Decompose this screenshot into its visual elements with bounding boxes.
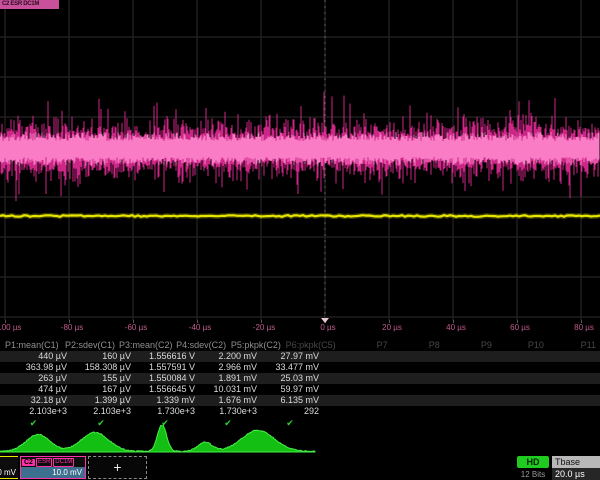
channel-c1-descriptor-clip: C1 DC1M 10.0 mV — [0, 456, 18, 479]
measurement-table: P1:mean(C1)P2:sdev(C1)P3:mean(C2)P4:sdev… — [0, 340, 600, 430]
measurement-column-header[interactable]: P6:pkpk(C5) — [285, 340, 340, 351]
measurement-column-header[interactable]: P3:mean(C2) — [119, 340, 175, 351]
measurement-value: 33.477 mV — [261, 362, 323, 373]
bottom-bar: C1 DC1M 10.0 mV C2 ESR DC1M 10.0 mV + HD… — [0, 455, 600, 480]
measurement-value: 263 µV — [0, 373, 71, 384]
measurement-value: 158.308 µV — [71, 362, 135, 373]
time-axis-label: 20 µs — [382, 323, 402, 332]
c2-esr-tag: ESR — [36, 458, 52, 467]
time-axis-label: -40 µs — [189, 323, 211, 332]
measurement-value: 1.730e+3 — [199, 406, 261, 417]
measurement-column-header[interactable]: P9 — [444, 340, 496, 351]
measurement-value: 10.031 mV — [199, 384, 261, 395]
measurement-row: 32.18 µV1.399 µV1.339 mV1.676 mV6.135 mV — [0, 395, 600, 406]
math-trace — [0, 425, 315, 452]
measurement-column-header[interactable]: P11 — [548, 340, 600, 351]
bit-depth-label: 12 Bits — [513, 470, 553, 479]
c2-channel-chip: C2 — [22, 459, 35, 466]
measurement-value: 27.97 mV — [261, 351, 323, 362]
measurement-value: 167 µV — [71, 384, 135, 395]
measurement-value: 25.03 mV — [261, 373, 323, 384]
c1-flat-trace — [0, 215, 600, 217]
time-axis-label: -100 µs — [0, 323, 21, 332]
measurement-row: 2.103e+32.103e+31.730e+31.730e+3292 — [0, 406, 600, 417]
timebase-value: 20.0 µs — [552, 468, 600, 480]
time-axis-label: 60 µs — [510, 323, 530, 332]
time-axis-label: -20 µs — [253, 323, 275, 332]
measurement-row: 263 µV155 µV1.550084 V1.891 mV25.03 mV — [0, 373, 600, 384]
math-trace-display — [0, 425, 600, 458]
measurement-value: 363.98 µV — [0, 362, 71, 373]
channel-c2-descriptor[interactable]: C2 ESR DC1M 10.0 mV — [20, 456, 86, 479]
time-axis-label: -60 µs — [125, 323, 147, 332]
hd-mode-badge[interactable]: HD — [517, 456, 549, 468]
measurement-row: 474 µV167 µV1.556645 V10.031 mV59.97 mV — [0, 384, 600, 395]
measurement-column-header[interactable]: P5:pkpk(C2) — [230, 340, 285, 351]
measurement-value: 2.200 mV — [199, 351, 261, 362]
timebase-descriptor[interactable]: Tbase 20.0 µs — [552, 456, 600, 480]
measurement-column-header[interactable]: P4:sdev(C2) — [175, 340, 230, 351]
c2-coupling-label: DC1M — [53, 458, 74, 467]
time-axis-label: 0 µs — [320, 323, 335, 332]
measurement-value: 2.966 mV — [199, 362, 261, 373]
measurement-value: 1.891 mV — [199, 373, 261, 384]
measurement-value: 155 µV — [71, 373, 135, 384]
time-axis-label: 40 µs — [446, 323, 466, 332]
time-axis-label: -80 µs — [61, 323, 83, 332]
c2-volts-per-div: 10.0 mV — [21, 467, 85, 478]
add-trace-button[interactable]: + — [88, 456, 147, 479]
trigger-time-marker — [321, 318, 329, 323]
measurement-value: 1.676 mV — [199, 395, 261, 406]
measurement-value: 32.18 µV — [0, 395, 71, 406]
measurement-value: 1.556645 V — [135, 384, 199, 395]
time-axis-label: 80 µs — [574, 323, 594, 332]
c1-volts-per-div: 10.0 mV — [0, 467, 18, 478]
measurement-value: 440 µV — [0, 351, 71, 362]
measurement-value: 292 — [261, 406, 323, 417]
measurement-column-header[interactable]: P2:sdev(C1) — [63, 340, 119, 351]
measurement-value: 160 µV — [71, 351, 135, 362]
waveform-display[interactable] — [0, 0, 600, 322]
measurement-column-header[interactable]: P8 — [392, 340, 444, 351]
measurement-value: 1.399 µV — [71, 395, 135, 406]
measurement-value: 2.103e+3 — [0, 406, 71, 417]
oscilloscope-screen: C2 ESR DC1M -100 µs -80 µs -60 µs -40 µs -20… — [0, 0, 600, 480]
measurement-row: 440 µV160 µV1.556616 V2.200 mV27.97 mV — [0, 351, 600, 362]
measurement-value: 474 µV — [0, 384, 71, 395]
measurement-column-header[interactable]: P1:mean(C1) — [0, 340, 63, 351]
measurement-value: 1.339 mV — [135, 395, 199, 406]
measurement-value: 1.557591 V — [135, 362, 199, 373]
channel-c1-descriptor[interactable]: C1 DC1M 10.0 mV — [0, 456, 18, 479]
measurement-value: 6.135 mV — [261, 395, 323, 406]
c2-trace-label-badge[interactable]: C2 ESR DC1M — [0, 0, 59, 9]
measurement-row: 363.98 µV158.308 µV1.557591 V2.966 mV33.… — [0, 362, 600, 373]
measurement-value: 1.730e+3 — [135, 406, 199, 417]
measurement-column-header[interactable]: P10 — [496, 340, 548, 351]
time-axis: -100 µs -80 µs -60 µs -40 µs -20 µs 0 µs 20 µs… — [0, 320, 600, 340]
measurement-value: 1.556616 V — [135, 351, 199, 362]
measurement-value: 2.103e+3 — [71, 406, 135, 417]
measurement-value: 1.550084 V — [135, 373, 199, 384]
measurement-value: 59.97 mV — [261, 384, 323, 395]
timebase-title: Tbase — [552, 456, 600, 468]
measurement-column-header[interactable]: P7 — [340, 340, 392, 351]
